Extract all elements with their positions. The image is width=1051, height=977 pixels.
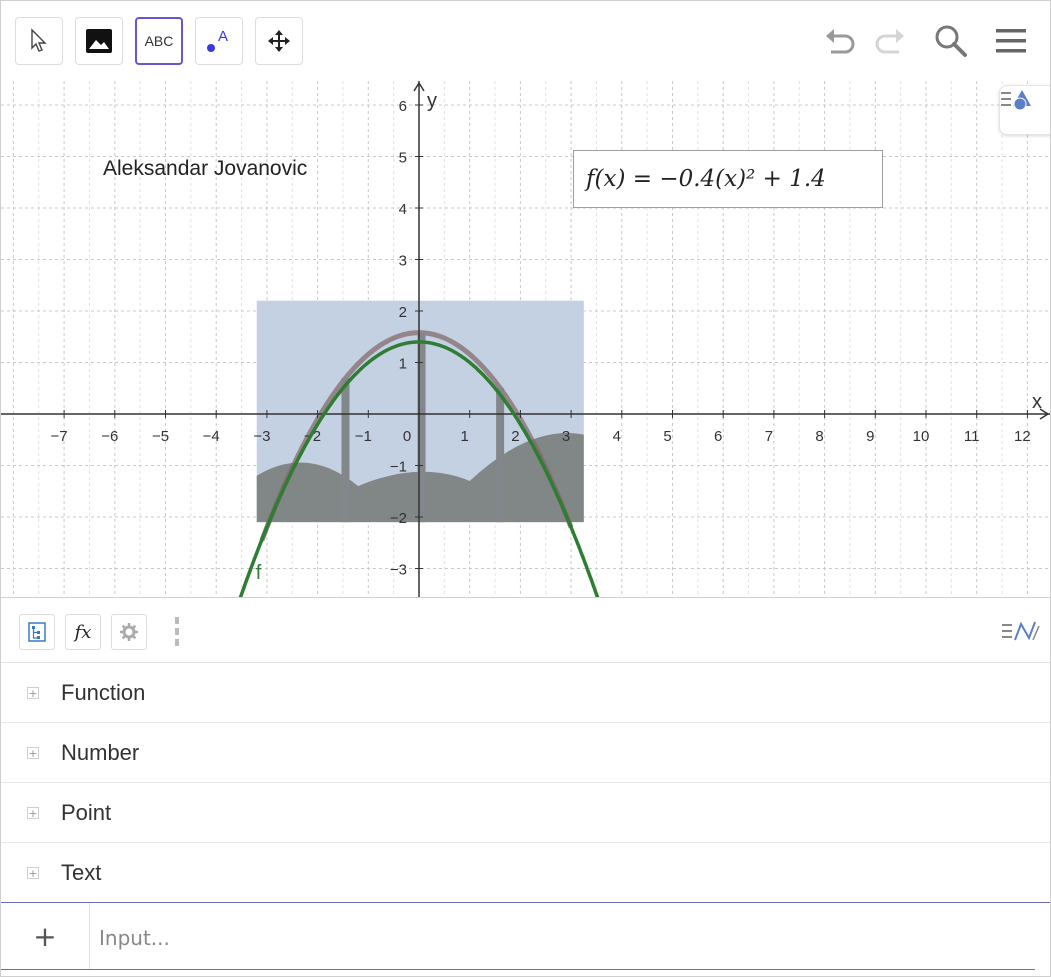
expand-plus-icon[interactable]: + (27, 746, 39, 759)
algebra-style-bar-button[interactable] (1001, 618, 1043, 650)
function-formula-text[interactable]: f(x) = −0.4(x)² + 1.4 (573, 150, 883, 208)
expand-plus-icon[interactable]: + (27, 686, 39, 699)
algebra-tree-icon (28, 622, 46, 642)
group-label: Number (61, 739, 140, 765)
y-axis-label: y (427, 90, 437, 112)
search-icon (935, 25, 967, 57)
group-label: Point (61, 799, 112, 825)
input-underline (1, 969, 1035, 970)
group-label: Function (61, 679, 146, 705)
expand-plus-icon[interactable]: + (27, 806, 39, 819)
y-tick-label: 2 (399, 304, 407, 321)
move-graphics-tool-button[interactable] (255, 17, 303, 65)
redo-icon (875, 29, 904, 54)
x-tick-label: −4 (203, 428, 220, 445)
hamburger-menu-icon (996, 29, 1026, 53)
point-label-letter: A (218, 28, 228, 45)
style-bar-icon (1001, 90, 1031, 111)
x-tick-label: 3 (562, 428, 570, 445)
undo-icon (826, 29, 855, 54)
group-label: Text (61, 859, 102, 885)
photo-overlay (256, 300, 584, 523)
text-tool-label: ABC (144, 33, 174, 49)
y-tick-label: −1 (390, 459, 407, 476)
toolbar: ABC A (1, 1, 1050, 81)
input-plus-button[interactable]: + (1, 903, 90, 969)
graphics-view[interactable]: −7 −6 −5 −4 −3 −2 −1 0 1 2 3 4 5 6 7 8 9 10 11 12 6 5 4 3 2 1 −1−… (1, 81, 1050, 597)
settings-tab[interactable] (111, 614, 147, 650)
y-tick-label: 3 (399, 253, 407, 270)
group-text[interactable]: + Text (1, 843, 1050, 903)
menu-button[interactable] (991, 21, 1031, 61)
x-tick-label: 6 (714, 428, 722, 445)
x-tick-label: 10 (913, 428, 930, 445)
x-tick-label: −7 (51, 428, 68, 445)
author-text[interactable]: Aleksandar Jovanovic (103, 157, 307, 181)
text-tool-button[interactable]: ABC (135, 17, 183, 65)
more-options-icon[interactable] (173, 616, 181, 648)
algebra-view: fx + Function + Number + Point + Text + … (1, 597, 1050, 976)
geogebra-app: ABC A −7 −6 −5 −4 −3 −2 −1 0 1 2 3 4 5 6… (0, 0, 1051, 977)
tools-tab[interactable]: fx (65, 614, 101, 650)
algebra-tab[interactable] (19, 614, 55, 650)
move-arrows-icon (268, 30, 290, 52)
input-bar: + (1, 902, 1050, 973)
point-label-tool-button[interactable]: A (195, 17, 243, 65)
image-icon (86, 29, 112, 53)
undo-button[interactable] (821, 21, 861, 61)
expand-plus-icon[interactable]: + (27, 866, 39, 879)
search-button[interactable] (931, 21, 971, 61)
formula-content: f(x) = −0.4(x)² + 1.4 (586, 166, 826, 192)
x-tick-label: 4 (613, 428, 621, 445)
roller-coaster-photo (256, 300, 584, 542)
x-tick-label: 7 (765, 428, 773, 445)
style-bar-graph-icon (1002, 621, 1040, 641)
algebra-tabs: fx (1, 598, 1050, 663)
redo-button[interactable] (869, 21, 909, 61)
group-number[interactable]: + Number (1, 723, 1050, 783)
labeled-point-icon: A (207, 28, 228, 52)
group-point[interactable]: + Point (1, 783, 1050, 843)
move-tool-button[interactable] (15, 17, 63, 65)
x-tick-label: 12 (1014, 428, 1031, 445)
x-tick-label: −6 (101, 428, 118, 445)
x-tick-label: 8 (815, 428, 823, 445)
x-tick-label: −5 (152, 428, 169, 445)
x-tick-label: −3 (253, 428, 270, 445)
x-tick-label: −1 (355, 428, 372, 445)
y-tick-label: 6 (399, 98, 407, 115)
function-fx-icon: fx (74, 621, 92, 643)
x-tick-label: 0 (403, 428, 411, 445)
y-tick-label: −2 (390, 510, 407, 527)
y-tick-label: 1 (399, 356, 407, 373)
x-tick-label: 11 (964, 428, 980, 445)
y-tick-label: 5 (399, 150, 407, 167)
cursor-arrow-icon (31, 28, 47, 52)
x-axis-label: x (1032, 391, 1042, 413)
graphics-style-bar-button[interactable] (999, 85, 1050, 135)
y-tick-label: 4 (399, 201, 407, 218)
x-tick-label: 1 (461, 428, 469, 445)
gear-icon (120, 623, 138, 641)
x-tick-label: 2 (511, 428, 519, 445)
x-tick-label: 9 (866, 428, 874, 445)
algebra-input-field[interactable] (97, 921, 1001, 955)
x-tick-label: 5 (663, 428, 671, 445)
group-function[interactable]: + Function (1, 663, 1050, 723)
curve-label: f (256, 562, 262, 584)
image-tool-button[interactable] (75, 17, 123, 65)
y-tick-label: −3 (390, 562, 407, 579)
